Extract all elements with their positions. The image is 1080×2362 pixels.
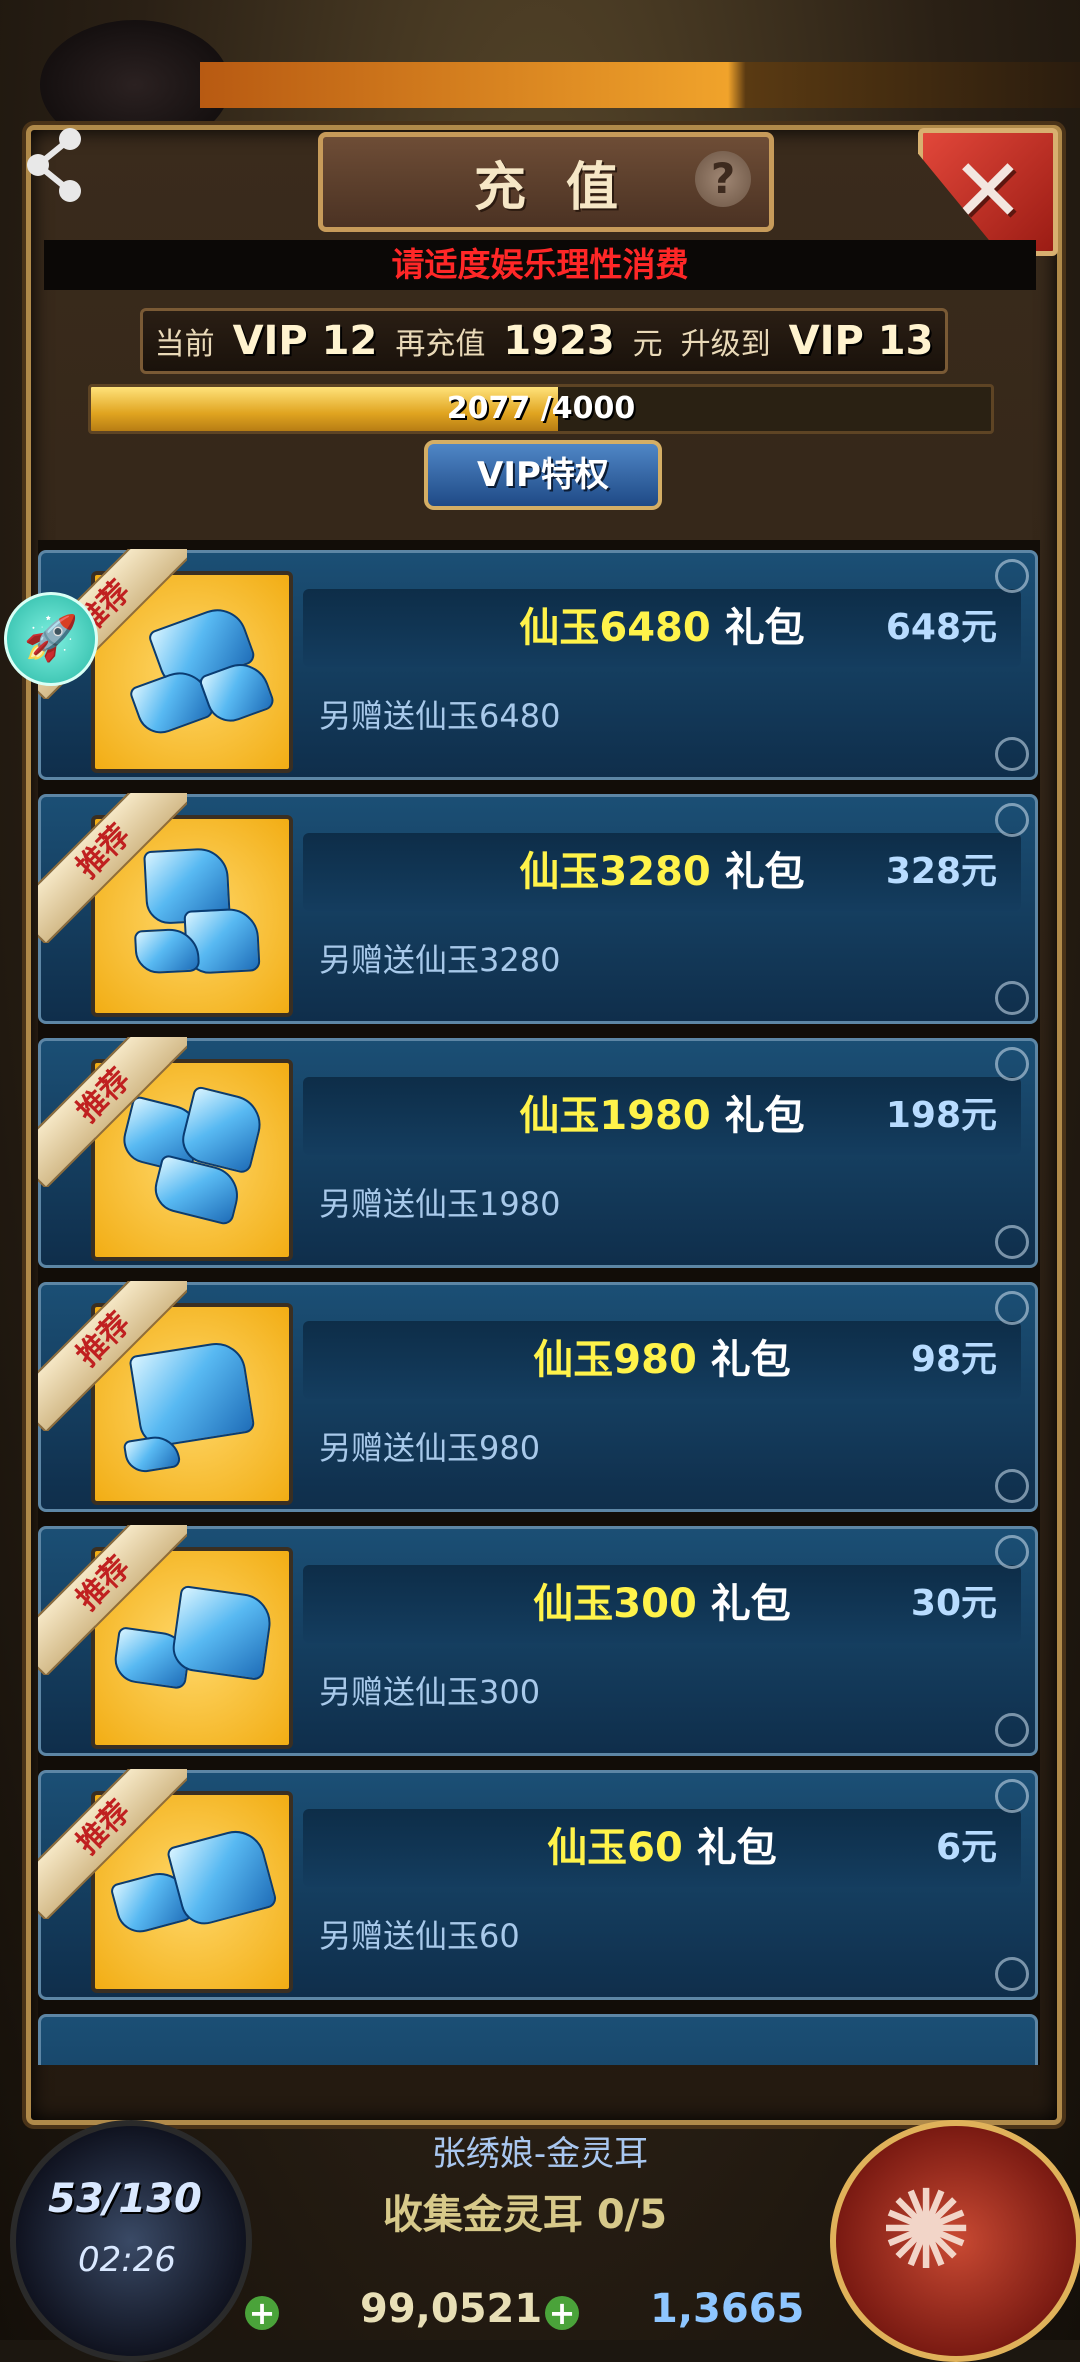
- card-corner-ornament: [995, 1535, 1029, 1569]
- package-suffix: 礼包: [710, 1581, 791, 1627]
- recommend-ribbon: 推荐: [38, 1525, 187, 1675]
- vip-privilege-button[interactable]: VIP特权: [424, 440, 662, 510]
- package-card[interactable]: 推荐 仙玉60 礼包 6元 另赠送仙玉60: [38, 1769, 1038, 2000]
- add-gold-button[interactable]: +: [245, 2296, 279, 2330]
- package-bonus: 另赠送仙玉980: [319, 1429, 541, 1467]
- vip-progress-bar: 2077 /4000: [88, 384, 994, 434]
- package-price: 198元: [885, 1095, 997, 1136]
- share-icon[interactable]: [22, 125, 92, 205]
- package-bonus: 另赠送仙玉1980: [319, 1185, 561, 1223]
- spending-notice: 请适度娱乐理性消费: [44, 240, 1036, 290]
- vip-status-bar: 当前 VIP 12 再充值 1923 元 升级到 VIP 13: [140, 308, 948, 374]
- vip-progress-text: 2077 /4000: [446, 391, 636, 426]
- package-price: 98元: [910, 1339, 997, 1380]
- recommend-ribbon: 推荐: [38, 1037, 187, 1187]
- package-card[interactable]: 推荐 仙玉6480 礼包 648元 另赠送仙玉6480: [38, 549, 1038, 780]
- package-card[interactable]: 推荐 仙玉1980 礼包 198元 另赠送仙玉1980: [38, 1037, 1038, 1268]
- seal-rune-icon: ✺: [880, 2166, 973, 2294]
- package-bonus: 另赠送仙玉60: [319, 1917, 520, 1955]
- package-card[interactable]: 推荐 仙玉300 礼包 30元 另赠送仙玉300: [38, 1525, 1038, 1756]
- jade-amount: 1,3665: [650, 2286, 805, 2332]
- add-jade-button[interactable]: +: [545, 2296, 579, 2330]
- package-header: 仙玉6480 礼包 648元: [303, 589, 1021, 667]
- package-card[interactable]: 推荐 仙玉980 礼包 98元 另赠送仙玉980: [38, 1281, 1038, 1512]
- background-exp-bar: [200, 62, 1080, 108]
- package-header: 仙玉60 礼包 6元: [303, 1809, 1021, 1887]
- package-amount: 仙玉980: [533, 1337, 697, 1383]
- stamina-timer: 02:26: [78, 2240, 176, 2280]
- package-price: 328元: [885, 851, 997, 892]
- dialog-title-box: 充值 ?: [318, 132, 774, 232]
- package-amount: 仙玉3280: [519, 849, 711, 895]
- recharge-amount: 1923: [503, 318, 615, 364]
- recommend-tag: 推荐: [38, 1525, 187, 1675]
- recommend-ribbon: 推荐: [38, 793, 187, 943]
- help-icon[interactable]: ?: [695, 151, 751, 207]
- gold-amount: 99,0521: [360, 2286, 543, 2332]
- package-bonus: 另赠送仙玉3280: [319, 941, 561, 979]
- card-corner-ornament: [995, 1047, 1029, 1081]
- current-vip-level: VIP 12: [232, 318, 378, 364]
- card-corner-ornament: [995, 981, 1029, 1015]
- recommend-ribbon: 推荐: [38, 1281, 187, 1431]
- package-bonus: 另赠送仙玉300: [319, 1673, 541, 1711]
- package-header: 仙玉300 礼包 30元: [303, 1565, 1021, 1643]
- package-name: 仙玉60 礼包: [303, 1809, 1021, 1887]
- package-price: 6元: [935, 1827, 997, 1868]
- card-corner-ornament: [995, 1713, 1029, 1747]
- package-suffix: 礼包: [724, 849, 805, 895]
- package-amount: 仙玉6480: [519, 605, 711, 651]
- card-corner-ornament: [995, 1291, 1029, 1325]
- package-card[interactable]: 推荐 仙玉3280 礼包 328元 另赠送仙玉3280: [38, 793, 1038, 1024]
- package-amount: 仙玉300: [533, 1581, 697, 1627]
- card-corner-ornament: [995, 1779, 1029, 1813]
- recommend-tag: 推荐: [38, 1769, 187, 1919]
- package-amount: 仙玉1980: [519, 1093, 711, 1139]
- package-suffix: 礼包: [696, 1825, 777, 1871]
- upgrade-label: 升级到: [680, 327, 771, 362]
- package-price: 648元: [885, 607, 997, 648]
- recommend-tag: 推荐: [38, 1281, 187, 1431]
- package-suffix: 礼包: [724, 605, 805, 651]
- package-header: 仙玉3280 礼包 328元: [303, 833, 1021, 911]
- dialog-title: 充值: [473, 156, 658, 218]
- next-vip-level: VIP 13: [788, 318, 934, 364]
- package-suffix: 礼包: [724, 1093, 805, 1139]
- card-corner-ornament: [995, 1957, 1029, 1991]
- recommend-tag: 推荐: [38, 793, 187, 943]
- package-header: 仙玉980 礼包 98元: [303, 1321, 1021, 1399]
- card-corner-ornament: [995, 803, 1029, 837]
- rocket-icon[interactable]: 🚀: [4, 592, 98, 686]
- package-suffix: 礼包: [710, 1337, 791, 1383]
- package-price: 30元: [910, 1583, 997, 1624]
- recommend-ribbon: 推荐: [38, 1769, 187, 1919]
- package-list[interactable]: 推荐 仙玉6480 礼包 648元 另赠送仙玉6480 推荐 仙玉3280 礼包…: [38, 540, 1040, 2065]
- recommend-tag: 推荐: [38, 1037, 187, 1187]
- card-corner-ornament: [995, 559, 1029, 593]
- package-amount: 仙玉60: [547, 1825, 683, 1871]
- card-corner-ornament: [995, 1469, 1029, 1503]
- recharge-label: 再充值: [395, 327, 486, 362]
- card-corner-ornament: [995, 1225, 1029, 1259]
- package-card-partial[interactable]: [38, 2014, 1038, 2065]
- package-header: 仙玉1980 礼包 198元: [303, 1077, 1021, 1155]
- card-corner-ornament: [995, 737, 1029, 771]
- package-bonus: 另赠送仙玉6480: [319, 697, 561, 735]
- current-label: 当前: [154, 327, 215, 362]
- currency-label: 元: [632, 327, 663, 362]
